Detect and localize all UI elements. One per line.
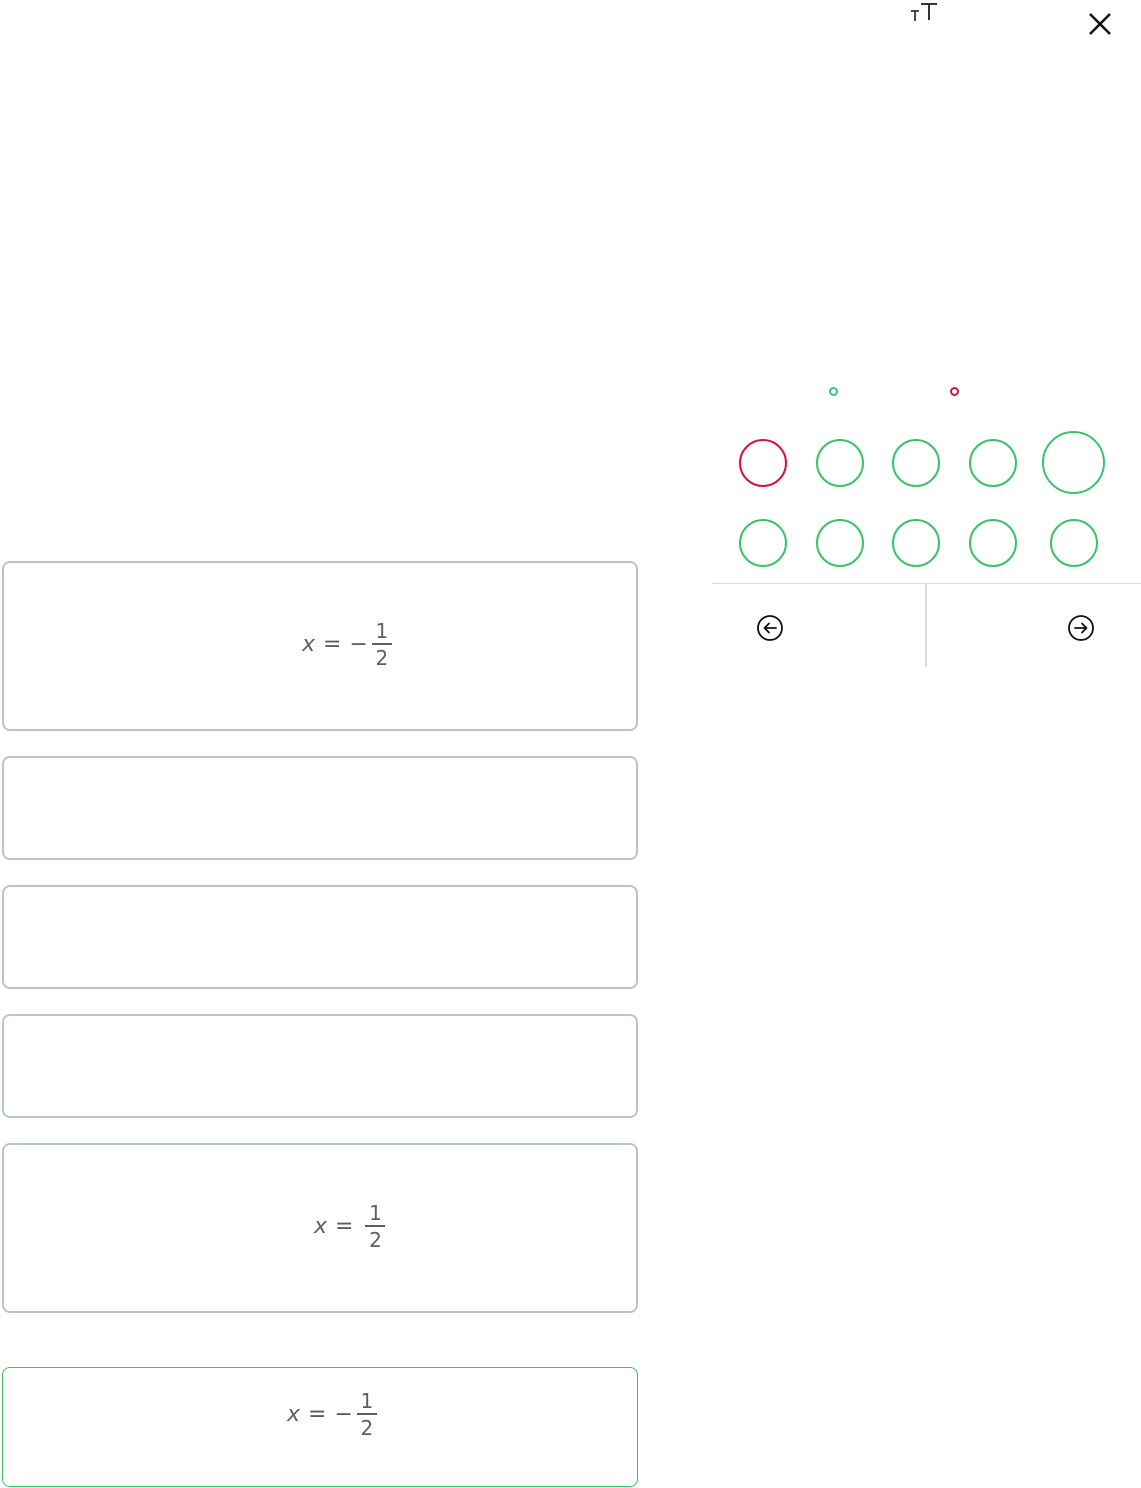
arrow-left-circle-icon — [757, 615, 783, 641]
math-var: x — [314, 1214, 328, 1240]
math-var: x — [287, 1402, 301, 1428]
math-var: x — [302, 632, 316, 658]
math-equals: = — [335, 1214, 354, 1240]
fraction: 1 2 — [365, 1201, 386, 1253]
fraction-numerator: 1 — [360, 1389, 374, 1413]
question-9-button[interactable] — [969, 519, 1017, 567]
question-8-button[interactable] — [892, 519, 940, 567]
question-4-button[interactable] — [969, 439, 1017, 487]
question-5-button-current[interactable] — [1042, 431, 1105, 494]
answer-option-5[interactable]: x = 1 2 — [2, 1143, 638, 1313]
previous-question-button[interactable] — [756, 614, 786, 644]
close-button[interactable] — [1082, 8, 1118, 40]
question-10-button[interactable] — [1050, 519, 1098, 567]
question-1-button[interactable] — [739, 439, 787, 487]
correct-answer-math: x = − 1 2 — [287, 1389, 377, 1441]
font-size-icon — [911, 3, 937, 21]
answer-option-4[interactable] — [2, 1014, 638, 1118]
fraction-denominator: 2 — [360, 1415, 374, 1440]
question-2-button[interactable] — [816, 439, 864, 487]
arrow-right-circle-icon — [1068, 615, 1094, 641]
answer-1-math: x = − 1 2 — [302, 619, 392, 671]
answer-option-3[interactable] — [2, 885, 638, 989]
close-icon — [1089, 13, 1111, 35]
answer-5-math: x = 1 2 — [314, 1201, 386, 1253]
nav-separator — [925, 584, 927, 667]
fraction: 1 2 — [356, 1389, 377, 1441]
math-sign: − — [334, 1402, 353, 1428]
fraction-numerator: 1 — [369, 1201, 382, 1225]
fraction-denominator: 2 — [369, 1227, 382, 1252]
next-question-button[interactable] — [1067, 614, 1097, 644]
fraction-numerator: 1 — [375, 619, 389, 643]
fraction: 1 2 — [371, 619, 392, 671]
font-size-button[interactable] — [905, 0, 945, 28]
answer-option-1[interactable]: x = − 1 2 — [2, 561, 638, 731]
question-7-button[interactable] — [816, 519, 864, 567]
fraction-denominator: 2 — [375, 645, 389, 670]
legend-incorrect-dot — [950, 387, 959, 396]
legend-correct-dot — [829, 387, 838, 396]
math-sign: − — [349, 632, 368, 658]
correct-answer-card: x = − 1 2 — [2, 1367, 638, 1487]
math-equals: = — [308, 1402, 327, 1428]
answer-option-2[interactable] — [2, 756, 638, 860]
question-6-button[interactable] — [739, 519, 787, 567]
question-3-button[interactable] — [892, 439, 940, 487]
math-equals: = — [323, 632, 342, 658]
